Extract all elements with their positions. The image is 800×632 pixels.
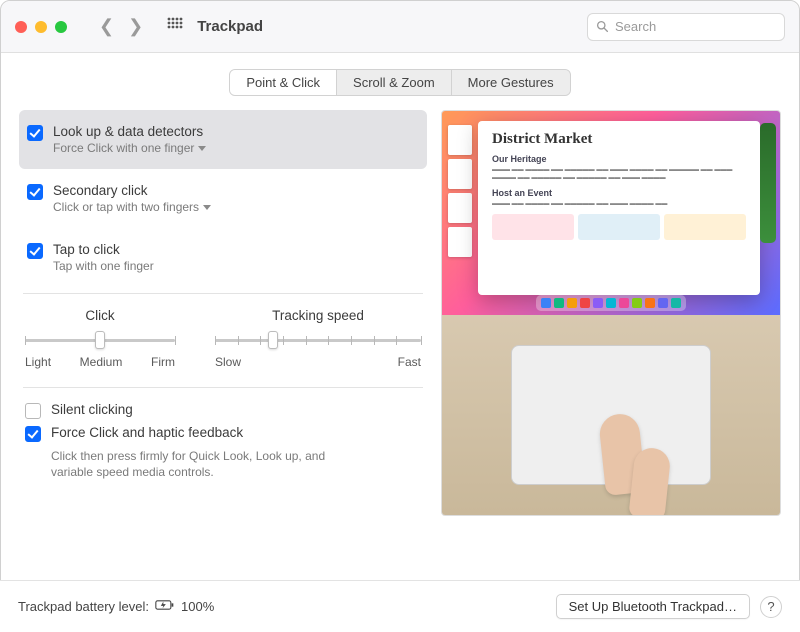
sliders-row: Click Light Medium Firm Tracking speed xyxy=(19,308,427,369)
option-title: Look up & data detectors xyxy=(53,124,206,139)
bottom-options: Silent clicking Force Click and haptic f… xyxy=(19,402,427,480)
show-all-icon[interactable] xyxy=(167,17,183,36)
tab-point-click[interactable]: Point & Click xyxy=(230,70,337,95)
option-subtitle-dropdown[interactable]: Click or tap with two fingers xyxy=(53,200,211,214)
option-subtitle: Tap with one finger xyxy=(53,259,154,273)
search-placeholder: Search xyxy=(615,19,656,34)
footer: Trackpad battery level: 100% Set Up Blue… xyxy=(0,580,800,632)
preview-desktop: District Market Our Heritage ▬▬▬ ▬▬ ▬▬▬▬… xyxy=(442,111,780,315)
chevron-down-icon xyxy=(203,205,211,210)
option-title: Secondary click xyxy=(53,183,211,198)
slider-max: Firm xyxy=(151,355,175,369)
option-lookup[interactable]: Look up & data detectors Force Click wit… xyxy=(19,110,427,169)
setup-bluetooth-button[interactable]: Set Up Bluetooth Trackpad… xyxy=(556,594,750,619)
slider-min: Light xyxy=(25,355,51,369)
slider-min: Slow xyxy=(215,355,241,369)
option-title: Tap to click xyxy=(53,242,154,257)
options-panel: Look up & data detectors Force Click wit… xyxy=(19,110,427,516)
main-content: Look up & data detectors Force Click wit… xyxy=(1,110,799,516)
titlebar: ❮ ❯ Trackpad Search xyxy=(1,1,799,53)
tabs-container: Point & Click Scroll & Zoom More Gesture… xyxy=(1,53,799,110)
slider-thumb[interactable] xyxy=(268,331,278,349)
option-title: Force Click and haptic feedback xyxy=(51,425,243,440)
slider-mid: Medium xyxy=(80,355,123,369)
option-force-click[interactable]: Force Click and haptic feedback xyxy=(25,425,421,442)
window-title: Trackpad xyxy=(197,18,263,35)
forward-button[interactable]: ❯ xyxy=(124,14,147,39)
fullscreen-window-button[interactable] xyxy=(55,21,67,33)
window-controls xyxy=(15,21,67,33)
preview-document: District Market Our Heritage ▬▬▬ ▬▬ ▬▬▬▬… xyxy=(478,121,760,295)
click-slider-track[interactable] xyxy=(25,331,175,349)
search-field[interactable]: Search xyxy=(587,13,785,41)
slider-thumb[interactable] xyxy=(95,331,105,349)
battery-label: Trackpad battery level: xyxy=(18,599,149,614)
checkbox-lookup[interactable] xyxy=(27,125,43,141)
tabs: Point & Click Scroll & Zoom More Gesture… xyxy=(229,69,570,96)
tab-scroll-zoom[interactable]: Scroll & Zoom xyxy=(337,70,452,95)
nav-arrows: ❮ ❯ xyxy=(95,14,147,39)
option-silent-clicking[interactable]: Silent clicking xyxy=(25,402,421,419)
option-tap-to-click[interactable]: Tap to click Tap with one finger xyxy=(19,228,427,287)
tracking-slider-track[interactable] xyxy=(215,331,421,349)
tracking-slider: Tracking speed Slow Fast xyxy=(215,308,421,369)
tab-more-gestures[interactable]: More Gestures xyxy=(452,70,570,95)
slider-label: Click xyxy=(25,308,175,323)
close-window-button[interactable] xyxy=(15,21,27,33)
help-button[interactable]: ? xyxy=(760,596,782,618)
click-slider: Click Light Medium Firm xyxy=(25,308,175,369)
battery-value: 100% xyxy=(181,599,214,614)
preview-trackpad xyxy=(442,315,780,515)
divider xyxy=(23,293,423,294)
checkbox-tap-to-click[interactable] xyxy=(27,243,43,259)
option-subtitle-dropdown[interactable]: Force Click with one finger xyxy=(53,141,206,155)
minimize-window-button[interactable] xyxy=(35,21,47,33)
charging-icon xyxy=(155,599,175,614)
back-button[interactable]: ❮ xyxy=(95,14,118,39)
option-secondary-click[interactable]: Secondary click Click or tap with two fi… xyxy=(19,169,427,228)
gesture-preview: District Market Our Heritage ▬▬▬ ▬▬ ▬▬▬▬… xyxy=(441,110,781,516)
checkbox-force-click[interactable] xyxy=(25,426,41,442)
search-icon xyxy=(596,20,609,33)
divider xyxy=(23,387,423,388)
option-help-text: Click then press firmly for Quick Look, … xyxy=(51,448,351,480)
slider-max: Fast xyxy=(398,355,421,369)
option-title: Silent clicking xyxy=(51,402,133,417)
checkbox-silent-clicking[interactable] xyxy=(25,403,41,419)
chevron-down-icon xyxy=(198,146,206,151)
slider-label: Tracking speed xyxy=(215,308,421,323)
checkbox-secondary-click[interactable] xyxy=(27,184,43,200)
